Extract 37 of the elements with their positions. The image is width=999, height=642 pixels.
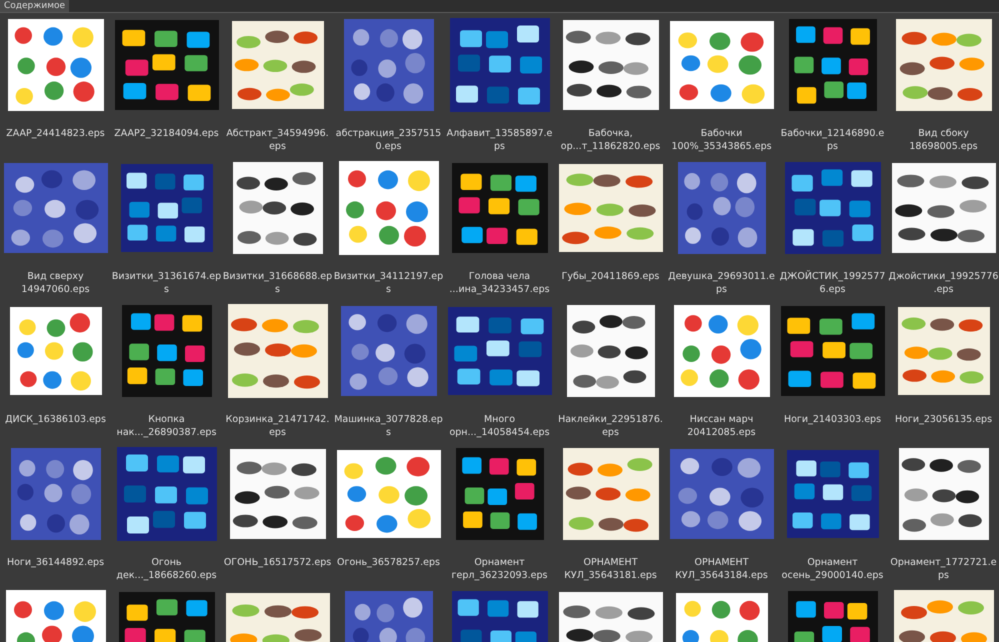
file-name: Бабочки_12146890.e ps xyxy=(780,127,884,153)
panel-tab[interactable]: Содержимое xyxy=(0,0,70,12)
file-name: Вид сбоку 18698005.eps xyxy=(909,127,978,153)
file-name: ДЖОЙСТИК_1992577 6.eps xyxy=(780,270,886,296)
file-name: Алфавит_13585897.e ps xyxy=(446,127,552,153)
file-name: ОРНАМЕНТ КУЛ_35643181.eps xyxy=(564,556,657,582)
file-name: Ноги_21403303.eps xyxy=(784,413,882,426)
file-name: Наклейки_22951876. eps xyxy=(558,413,663,439)
file-name: ОРНАМЕНТ КУЛ_35643184.eps xyxy=(675,556,768,582)
file-name: Вид сверху 14947060.eps xyxy=(21,270,90,296)
file-name: Корзинка_21471742. eps xyxy=(226,413,330,439)
file-name: Губы_20411869.eps xyxy=(562,270,660,283)
file-name: Девушка_29693011.e ps xyxy=(668,270,775,296)
file-name: Много орн..._14058454.eps xyxy=(449,413,550,439)
file-name: Ноги_23056135.eps xyxy=(894,413,992,426)
file-name: Огонь дек..._18668260.eps xyxy=(116,556,217,582)
file-name: Голова чела ...ина_34233457.eps xyxy=(449,270,550,296)
file-name: Орнамент_1772721.e ps xyxy=(890,556,997,582)
file-name: ДИСК_16386103.eps xyxy=(5,413,106,426)
file-name: Бабочка, ор...т_11862820.eps xyxy=(560,127,660,153)
file-name: Орнамент герл_36232093.eps xyxy=(452,556,548,582)
file-name: Ниссан марч 20412085.eps xyxy=(687,413,756,439)
file-name: Визитки_31668688.ep s xyxy=(222,270,332,296)
file-name: Визитки_31361674.ep s xyxy=(112,270,222,296)
file-name: Ноги_36144892.eps xyxy=(6,556,104,569)
file-name: Машинка_3077828.ep s xyxy=(334,413,443,439)
file-name: ZAAP2_32184094.eps xyxy=(114,127,219,140)
file-name: абстракция_2357515 0.eps xyxy=(336,127,442,153)
file-name: Абстракт_34594996. eps xyxy=(226,127,329,153)
file-name: Джойстики_19925776 .eps xyxy=(888,270,998,296)
file-name: Орнамент осень_29000140.eps xyxy=(782,556,884,582)
file-name: Визитки_34112197.ep s xyxy=(334,270,444,296)
file-name: Бабочки 100%_35343865.eps xyxy=(671,127,772,153)
file-name: ZAAP_24414823.eps xyxy=(6,127,105,140)
file-name: ОГОНЬ_16517572.eps xyxy=(224,556,332,569)
file-name: Огонь_36578257.eps xyxy=(336,556,440,569)
file-name: Кнопка нак..._26890387.eps xyxy=(116,413,216,439)
